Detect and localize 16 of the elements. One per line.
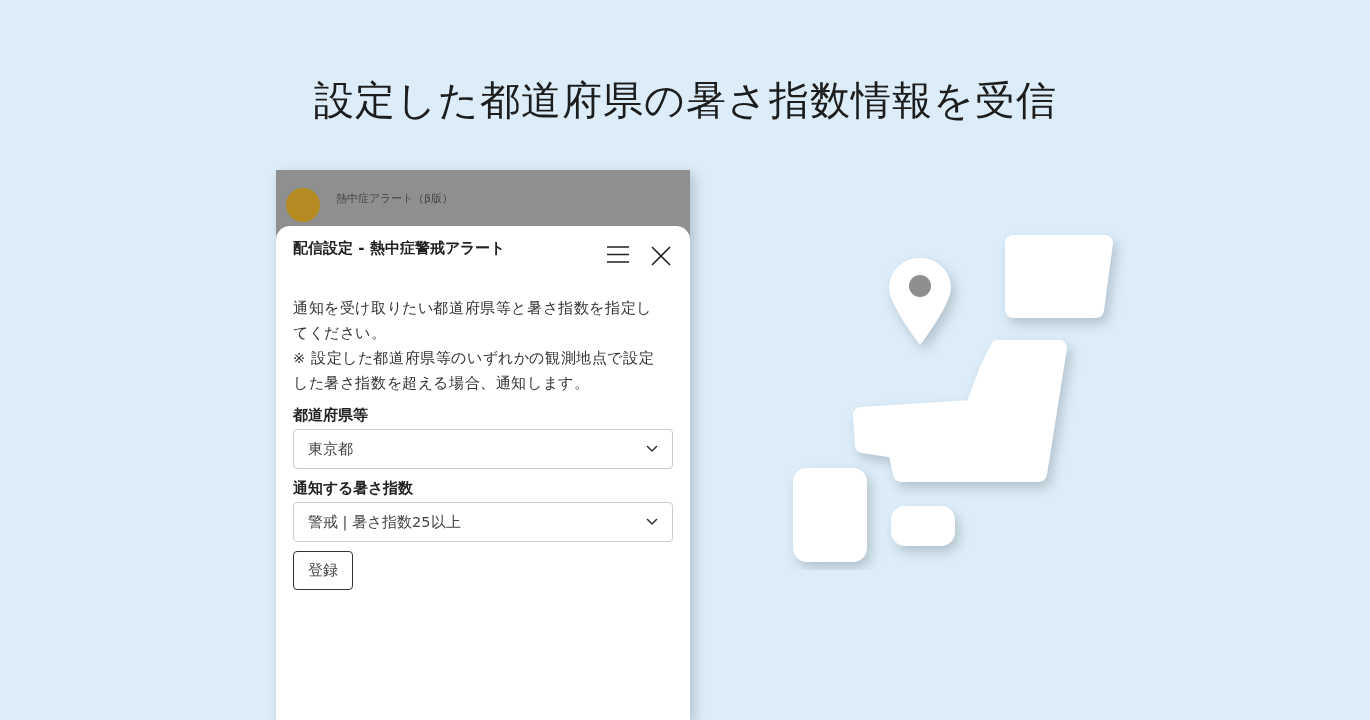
register-button[interactable]: 登録 bbox=[293, 551, 353, 590]
chevron-down-icon bbox=[646, 445, 658, 453]
avatar-icon bbox=[286, 188, 320, 222]
field-label: 通知する暑さ指数 bbox=[293, 479, 414, 498]
instruction-text: 通知を受け取りたい都道府県等と暑さ指数を指定してください。 bbox=[293, 299, 653, 343]
close-icon[interactable] bbox=[651, 246, 671, 266]
field-label: 都道府県等 bbox=[293, 406, 369, 425]
menu-icon[interactable] bbox=[607, 246, 629, 263]
instruction-text: ※ 設定した都道府県等のいずれかの観測地点で設定した暑さ指数を超える場合、通知します。 bbox=[293, 349, 656, 393]
sheet-title: 配信設定 - 熱中症警戒アラート bbox=[293, 239, 505, 258]
headline: 設定した都道府県の暑さ指数情報を受信 bbox=[312, 76, 1058, 125]
location-pin-icon bbox=[889, 258, 951, 345]
sender-name: 熱中症アラート（β版） bbox=[336, 191, 454, 206]
dropdown-field[interactable]: 東京都 bbox=[293, 429, 673, 469]
dropdown-field[interactable]: 警戒 | 暑さ指数25以上 bbox=[293, 502, 673, 542]
chevron-down-icon bbox=[646, 518, 658, 526]
